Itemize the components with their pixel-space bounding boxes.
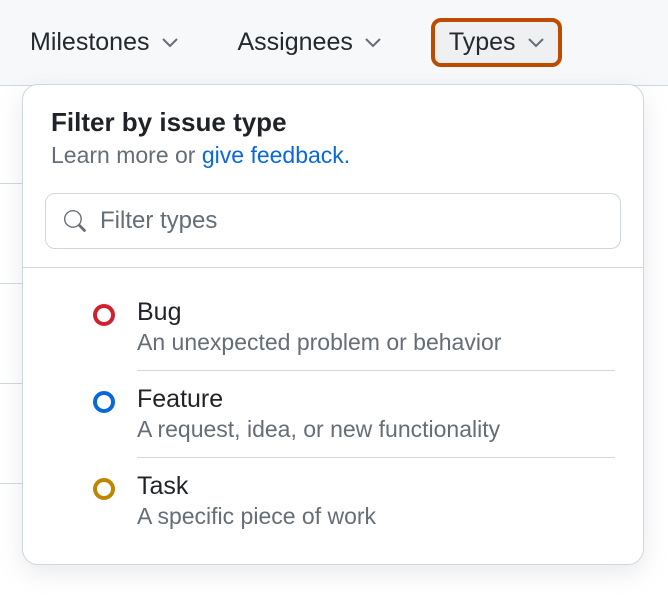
search-wrap	[23, 179, 643, 268]
type-item-bug[interactable]: Bug An unexpected problem or behavior	[23, 284, 643, 371]
search-icon	[64, 210, 86, 232]
filter-types-input[interactable]	[98, 206, 602, 236]
dropdown-header: Filter by issue type Learn more or give …	[23, 85, 643, 179]
assignees-filter[interactable]: Assignees	[228, 22, 391, 63]
filter-toolbar: Milestones Assignees Types	[0, 0, 668, 86]
give-feedback-link[interactable]: give feedback.	[202, 142, 350, 168]
background-rows	[0, 84, 22, 594]
assignees-label: Assignees	[238, 28, 353, 57]
type-name: Bug	[137, 298, 615, 327]
milestones-label: Milestones	[30, 28, 150, 57]
circle-icon	[93, 391, 115, 413]
type-item-task[interactable]: Task A specific piece of work	[23, 458, 643, 544]
type-body: Bug An unexpected problem or behavior	[137, 298, 615, 371]
types-filter[interactable]: Types	[431, 18, 562, 67]
circle-icon	[93, 478, 115, 500]
type-body: Feature A request, idea, or new function…	[137, 385, 615, 458]
dropdown-title: Filter by issue type	[51, 107, 615, 138]
dropdown-subtext-prefix: Learn more or	[51, 142, 202, 168]
type-item-feature[interactable]: Feature A request, idea, or new function…	[23, 371, 643, 458]
type-desc: A specific piece of work	[137, 503, 615, 530]
type-desc: A request, idea, or new functionality	[137, 416, 615, 443]
dropdown-subtext: Learn more or give feedback.	[51, 142, 615, 169]
type-desc: An unexpected problem or behavior	[137, 329, 615, 356]
milestones-filter[interactable]: Milestones	[20, 22, 188, 63]
circle-icon	[93, 304, 115, 326]
type-name: Feature	[137, 385, 615, 414]
caret-down-icon	[528, 38, 544, 48]
types-dropdown: Filter by issue type Learn more or give …	[22, 84, 644, 565]
search-field[interactable]	[45, 193, 621, 249]
caret-down-icon	[162, 38, 178, 48]
type-name: Task	[137, 472, 615, 501]
caret-down-icon	[365, 38, 381, 48]
types-label: Types	[449, 28, 516, 57]
type-list: Bug An unexpected problem or behavior Fe…	[23, 268, 643, 564]
type-body: Task A specific piece of work	[137, 472, 615, 544]
